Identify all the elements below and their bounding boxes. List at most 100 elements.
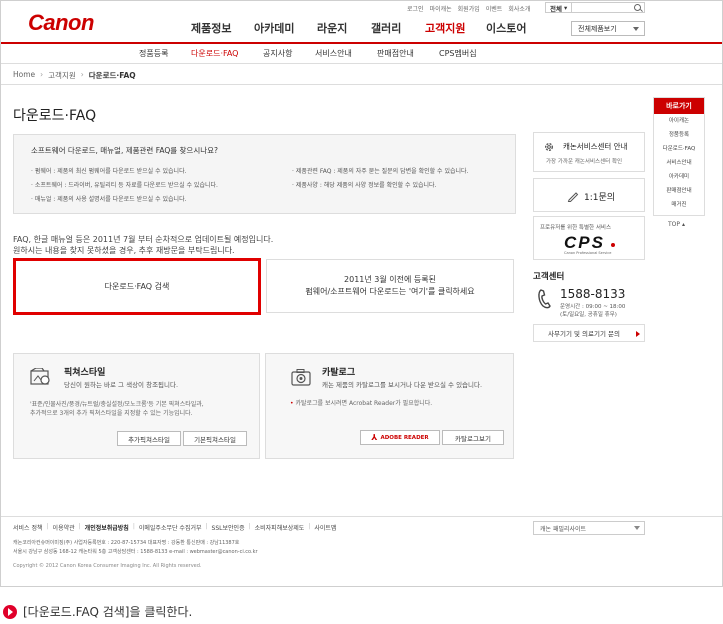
subnav-cps-membership[interactable]: CPS멤버십 [439, 48, 495, 59]
breadcrumb-support[interactable]: 고객지원 [48, 70, 76, 81]
pencil-icon [567, 192, 579, 202]
quick-link-stores[interactable]: 판매점안내 [654, 184, 704, 198]
footer-separator: | [132, 523, 135, 530]
search-scope-select[interactable]: 전체 ▾ [546, 3, 573, 13]
instruction-caption: [다운로드.FAQ 검색]을 클릭한다. [3, 603, 192, 620]
canon-logo[interactable]: Canon [28, 10, 94, 36]
footer-consumer-compensation[interactable]: 소비자피해보상제도 [255, 523, 305, 532]
business-inquiry-label: 사무기기 및 의료기기 문의 [548, 330, 620, 338]
breadcrumb-divider [1, 84, 722, 85]
adobe-reader-button[interactable]: ⅄ ADOBE READER [360, 430, 440, 445]
search-input[interactable] [572, 3, 623, 12]
footer-privacy[interactable]: 개인정보취급방침 [85, 523, 129, 532]
picture-style-desc-1: '표준/인물사진/풍경/뉴트럴/충실설정/모노크롬'등 기본 픽쳐스타일과, [30, 401, 204, 408]
quick-link-service[interactable]: 서비스안내 [654, 156, 704, 170]
one-to-one-inquiry-button[interactable]: 1:1문의 [533, 178, 645, 212]
picture-style-title: 픽쳐스타일 [64, 368, 106, 378]
footer-links: 서비스 정책 | 이용약관 | 개인정보취급방침 | 이메일주소무단 수집거부 | SS… [13, 523, 336, 532]
footer-separator: | [248, 523, 251, 530]
breadcrumb-home[interactable]: Home [13, 70, 35, 81]
subnav-notice[interactable]: 공지사항 [263, 48, 315, 59]
chevron-up-icon: ▴ [681, 221, 685, 228]
search-icon[interactable] [634, 4, 641, 11]
nav-lounge[interactable]: 라운지 [317, 20, 371, 36]
info-title: 소프트웨어 다운로드, 매뉴얼, 제품관련 FAQ를 찾으시나요? [31, 146, 218, 155]
arrow-circle-icon [3, 604, 17, 619]
quick-link-academy[interactable]: 아카데미 [654, 170, 704, 184]
util-about-link[interactable]: 회사소개 [508, 4, 530, 13]
update-notice: FAQ, 한글 매뉴얼 등은 2011년 7월 부터 순차적으로 업데이트될 예… [13, 234, 273, 256]
cps-caption: 프로유저를 위한 특별한 서비스 [540, 225, 612, 231]
search-box: 전체 ▾ [545, 2, 645, 13]
info-item-faq: 제품관련 FAQ : 제품의 자주 묻는 질문의 답변을 확인할 수 있습니다. [292, 166, 469, 175]
subnav-divider [1, 63, 722, 64]
nav-product-info[interactable]: 제품정보 [191, 20, 254, 36]
footer-ssl[interactable]: SSL보안인증 [212, 523, 245, 532]
old-download-line-1: 2011년 3월 이전에 등록된 [344, 275, 436, 284]
subnav-store-info[interactable]: 판매점안내 [377, 48, 439, 59]
instruction-text: [다운로드.FAQ 검색]을 클릭한다. [23, 605, 193, 619]
cps-small: Canon Professional Service [564, 251, 612, 255]
business-inquiry-button[interactable]: 사무기기 및 의료기기 문의 [533, 324, 645, 342]
picture-style-desc: '표준/인물사진/풍경/뉴트럴/충실설정/모노크롬'등 기본 픽쳐스타일과, 추… [30, 400, 204, 418]
scroll-top-button[interactable]: TOP ▴ [668, 221, 685, 228]
subnav-download-faq[interactable]: 다운로드·FAQ [191, 48, 263, 59]
old-download-button[interactable]: 2011년 3월 이전에 등록된 펌웨어/소프트웨어 다운로드는 '여기'를 클… [266, 259, 514, 313]
nav-support[interactable]: 고객지원 [425, 20, 486, 36]
footer-address-info: 서울시 강남구 삼성동 168-12 캐논타워 5층 고객상담센터 : 1588… [13, 549, 258, 555]
catalog-note-row: • 카탈로그를 보시려면 Acrobat Reader가 필요합니다. [290, 399, 432, 408]
footer-divider [1, 516, 722, 517]
chevron-right-icon: › [40, 70, 44, 79]
util-mycanon-link[interactable]: 마이캐논 [430, 4, 452, 13]
basic-picture-style-button[interactable]: 기본픽쳐스타일 [183, 431, 247, 446]
nav-academy[interactable]: 아카데미 [254, 20, 317, 36]
quick-link-icanon[interactable]: 아이캐논 [654, 114, 704, 128]
quick-link-registration[interactable]: 정품등록 [654, 128, 704, 142]
footer-terms[interactable]: 이용약관 [53, 523, 75, 532]
chevron-down-icon: ▾ [563, 3, 568, 12]
view-catalog-button[interactable]: 카탈로그보기 [442, 430, 504, 445]
service-center-sub: 가장 가까운 캐논서비스센터 확인 [546, 159, 623, 165]
customer-center-title: 고객센터 [533, 272, 565, 282]
footer-separator: | [308, 523, 311, 530]
nav-gallery[interactable]: 갤러리 [371, 20, 425, 36]
service-center-title: 캐논서비스센터 안내 [563, 142, 628, 151]
subnav-service-info[interactable]: 서비스안내 [315, 48, 377, 59]
footer-sitemap[interactable]: 사이트맵 [314, 523, 336, 532]
scroll-top-label: TOP [668, 221, 681, 228]
cps-box[interactable]: 프로유저를 위한 특별한 서비스 CPS Canon Professional … [533, 216, 645, 260]
util-signup-link[interactable]: 회원가입 [458, 4, 480, 13]
footer-service-policy[interactable]: 서비스 정책 [13, 523, 43, 532]
search-scope-label: 전체 [550, 4, 562, 13]
util-event-link[interactable]: 이벤트 [486, 4, 503, 13]
adobe-reader-label: ADOBE READER [380, 434, 429, 441]
chevron-right-icon: › [80, 70, 84, 79]
faq-search-button[interactable]: 다운로드·FAQ 검색 [13, 258, 261, 315]
all-products-dropdown[interactable]: 전체제품보기 [571, 21, 645, 36]
old-download-line-2: 펌웨어/소프트웨어 다운로드는 '여기'를 클릭하세요 [305, 287, 475, 296]
nav-estore[interactable]: 이스토어 [486, 20, 546, 36]
footer-separator: | [46, 523, 49, 530]
main-nav: 제품정보 아카데미 라운지 갤러리 고객지원 이스토어 [191, 20, 546, 36]
quick-links-title: 바로가기 [654, 98, 704, 114]
chevron-down-icon [633, 27, 639, 31]
family-site-select[interactable]: 캐논 패밀리사이트 [533, 521, 645, 535]
quick-link-magazine[interactable]: 매거진 [654, 198, 704, 212]
arrow-right-icon [636, 331, 640, 337]
footer-separator: | [78, 523, 81, 530]
catalog-title: 카탈로그 [322, 368, 356, 378]
gear-icon [545, 143, 553, 151]
catalog-note: 카탈로그를 보시려면 Acrobat Reader가 필요합니다. [295, 400, 433, 407]
breadcrumb: Home › 고객지원 › 다운로드·FAQ [13, 70, 136, 81]
sub-nav: 정품등록 다운로드·FAQ 공지사항 서비스안내 판매점안내 CPS멤버십 [139, 48, 495, 59]
util-login-link[interactable]: 로그인 [407, 4, 424, 13]
service-center-box[interactable]: 캐논서비스센터 안내 가장 가까운 캐논서비스센터 확인 [533, 132, 645, 172]
add-picture-style-button[interactable]: 추가픽쳐스타일 [117, 431, 181, 446]
info-item-firmware: 펌웨어 : 제품의 최신 펌웨어를 다운로드 받으실 수 있습니다. [31, 166, 187, 175]
cps-dot-icon [611, 243, 615, 247]
camera-icon [291, 369, 311, 386]
cps-logo: CPS [564, 233, 605, 252]
footer-email-refusal[interactable]: 이메일주소무단 수집거부 [139, 523, 202, 532]
quick-link-download-faq[interactable]: 다운로드·FAQ [654, 142, 704, 156]
subnav-registration[interactable]: 정품등록 [139, 48, 191, 59]
